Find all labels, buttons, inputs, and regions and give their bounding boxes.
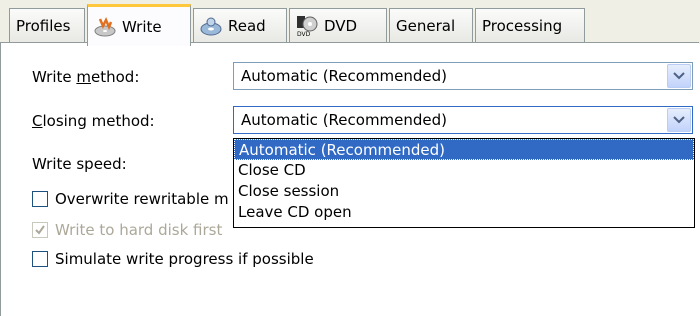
closing-method-combo[interactable]: Automatic (Recommended) bbox=[233, 106, 693, 134]
tab-label: Processing bbox=[482, 16, 563, 35]
tab-processing[interactable]: Processing bbox=[475, 8, 585, 42]
write-method-value: Automatic (Recommended) bbox=[241, 67, 448, 85]
tab-write[interactable]: Write bbox=[87, 4, 191, 46]
checkbox-label: Overwrite rewritable m bbox=[55, 190, 229, 208]
dropdown-option[interactable]: Close CD bbox=[234, 160, 694, 181]
write-method-combo[interactable]: Automatic (Recommended) bbox=[233, 62, 693, 90]
tab-dvd[interactable]: DVD DVD bbox=[289, 8, 387, 42]
tab-label: Write bbox=[122, 17, 162, 36]
tab-general[interactable]: General bbox=[389, 8, 473, 42]
dropdown-option[interactable]: Automatic (Recommended) bbox=[234, 139, 694, 160]
overwrite-rewritable-checkbox[interactable]: Overwrite rewritable m bbox=[32, 190, 229, 208]
tab-label: General bbox=[396, 16, 456, 35]
closing-method-label: Closing method: bbox=[32, 112, 155, 130]
tab-label: Read bbox=[228, 16, 266, 35]
svg-text:DVD: DVD bbox=[297, 31, 311, 37]
dropdown-option[interactable]: Leave CD open bbox=[234, 202, 694, 223]
checkmark-icon bbox=[35, 225, 45, 235]
write-method-label: Write method: bbox=[32, 68, 140, 86]
read-disc-icon bbox=[200, 15, 222, 37]
tab-strip: Profiles Write Read DVD DVD General Proc… bbox=[0, 0, 700, 46]
closing-method-dropdown: Automatic (Recommended) Close CD Close s… bbox=[233, 138, 695, 228]
checkbox-label: Simulate write progress if possible bbox=[55, 250, 314, 268]
dvd-icon: DVD bbox=[296, 15, 318, 38]
dropdown-option[interactable]: Close session bbox=[234, 181, 694, 202]
checkbox-box bbox=[32, 222, 48, 238]
tab-label: Profiles bbox=[16, 16, 71, 35]
simulate-write-progress-checkbox[interactable]: Simulate write progress if possible bbox=[32, 250, 314, 268]
closing-method-value: Automatic (Recommended) bbox=[241, 111, 448, 129]
tab-profiles[interactable]: Profiles bbox=[9, 8, 85, 42]
write-speed-label: Write speed: bbox=[32, 155, 127, 173]
tab-label: DVD bbox=[324, 16, 358, 35]
chevron-down-icon[interactable] bbox=[667, 108, 691, 132]
checkbox-label: Write to hard disk first bbox=[55, 221, 223, 239]
write-disc-icon bbox=[94, 16, 116, 38]
checkbox-box[interactable] bbox=[32, 251, 48, 267]
checkbox-box[interactable] bbox=[32, 191, 48, 207]
tab-read[interactable]: Read bbox=[193, 8, 287, 42]
write-to-hard-disk-checkbox: Write to hard disk first bbox=[32, 221, 222, 239]
chevron-down-icon[interactable] bbox=[667, 64, 691, 88]
